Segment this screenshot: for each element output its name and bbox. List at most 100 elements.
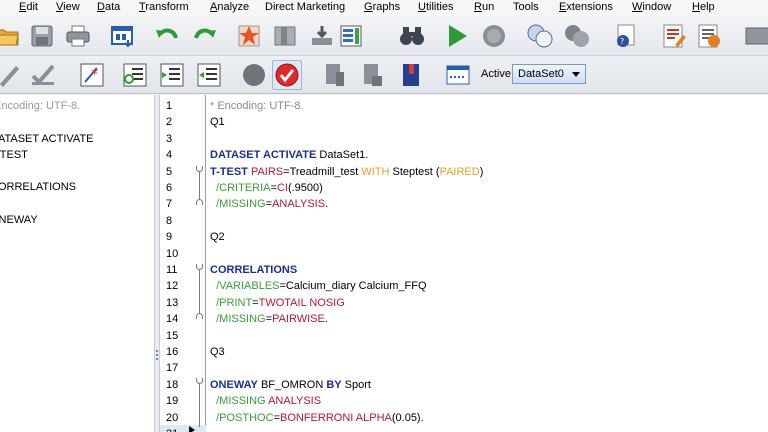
bookmark-button[interactable] bbox=[320, 60, 350, 90]
spell-check-icon: ? bbox=[617, 24, 635, 47]
code-token: Q3 bbox=[210, 346, 225, 358]
save-button[interactable] bbox=[27, 21, 57, 51]
run-selection-button[interactable] bbox=[442, 21, 472, 51]
goto-variable-button[interactable] bbox=[270, 21, 300, 51]
use-sets-icon bbox=[527, 24, 553, 48]
menu-mnemonic: H bbox=[692, 1, 700, 13]
line-number: 20 bbox=[166, 411, 179, 424]
menu-label-rest: xtensions bbox=[566, 1, 613, 13]
svg-text:?: ? bbox=[620, 37, 624, 46]
menu-edit[interactable]: Edit bbox=[19, 1, 38, 13]
goto-case-icon bbox=[238, 25, 260, 47]
code-token: BY bbox=[326, 378, 342, 391]
find-button[interactable] bbox=[397, 21, 427, 51]
code-line: CORRELATIONS bbox=[210, 264, 297, 276]
variable-list-button[interactable] bbox=[336, 21, 366, 51]
outdent-icon bbox=[160, 63, 184, 87]
nav-item-oneway[interactable]: ONEWAY bbox=[0, 214, 38, 226]
fold-marker-oneway[interactable] bbox=[196, 378, 203, 427]
split-pane-button[interactable] bbox=[742, 21, 768, 51]
open-button[interactable] bbox=[0, 21, 22, 51]
undo-icon bbox=[156, 28, 178, 39]
line-number: 11 bbox=[166, 264, 178, 276]
menu-analyze[interactable]: Analyze bbox=[210, 1, 249, 13]
use-sets-button[interactable] bbox=[525, 21, 555, 51]
line-number: 13 bbox=[166, 296, 179, 309]
variables-button[interactable] bbox=[307, 21, 337, 51]
comment-button[interactable] bbox=[0, 60, 24, 90]
next-bookmark-button[interactable] bbox=[358, 60, 388, 90]
code-token: CI bbox=[276, 182, 288, 194]
goto-variable-icon bbox=[274, 26, 296, 46]
bookmark-icon bbox=[326, 64, 344, 86]
indent-button[interactable] bbox=[120, 60, 150, 90]
dialog-recall-icon bbox=[111, 26, 133, 48]
code-line: /MISSING ANALYSIS bbox=[210, 395, 321, 407]
menu-mnemonic: R bbox=[474, 1, 482, 13]
menu-mnemonic: W bbox=[632, 1, 643, 13]
code-token: * Encoding: UTF-8. bbox=[210, 100, 304, 112]
menu-graphs[interactable]: Graphs bbox=[364, 1, 400, 13]
line-icon bbox=[446, 65, 470, 85]
menu-transform[interactable]: Transform bbox=[139, 1, 189, 13]
nav-item-dataset-activate[interactable]: DATASET ACTIVATE bbox=[0, 133, 94, 145]
code-token: DATASET ACTIVATE bbox=[210, 149, 317, 162]
menu-utilities[interactable]: Utilities bbox=[418, 1, 453, 13]
menu-view[interactable]: View bbox=[56, 1, 80, 13]
code-token: Sport bbox=[341, 378, 371, 391]
nav-item-correlations[interactable]: CORRELATIONS bbox=[0, 181, 76, 193]
unindent-button[interactable] bbox=[194, 60, 224, 90]
nav-item-encoding[interactable]: Encoding: UTF-8. bbox=[0, 100, 80, 112]
active-dataset-dropdown[interactable]: DataSet0 bbox=[512, 64, 586, 84]
code-line: /PRINT=TWOTAIL NOSIG bbox=[210, 297, 345, 309]
toggle-comment-button[interactable]: * bbox=[77, 60, 107, 90]
outdent-button[interactable] bbox=[157, 60, 187, 90]
menu-run[interactable]: Run bbox=[474, 1, 494, 13]
dialog-recall-button[interactable] bbox=[108, 21, 138, 51]
clear-bookmarks-button[interactable] bbox=[396, 60, 426, 90]
menu-label-rest: Tools bbox=[513, 1, 539, 13]
uncomment-button[interactable] bbox=[28, 60, 58, 90]
line-break-button[interactable] bbox=[443, 60, 473, 90]
menu-label-rest: elp bbox=[699, 1, 715, 13]
menu-extensions[interactable]: Extensions bbox=[559, 1, 613, 13]
breakpoint-icon bbox=[243, 64, 265, 86]
stop-button[interactable] bbox=[479, 21, 509, 51]
code-token: /MISSING bbox=[210, 395, 266, 408]
code-token: DataSet1. bbox=[316, 149, 369, 162]
print-button[interactable] bbox=[63, 21, 93, 51]
open-folder-icon bbox=[0, 29, 19, 46]
menu-direct-marketing[interactable]: Direct Marketing bbox=[265, 1, 345, 13]
indent-icon bbox=[123, 63, 147, 87]
fold-marker-t-test[interactable] bbox=[196, 166, 203, 205]
menu-tools[interactable]: Tools bbox=[513, 1, 539, 13]
fold-marker-correlations[interactable] bbox=[196, 264, 203, 319]
code-token: (0.05). bbox=[391, 411, 424, 424]
show-all-variables-button[interactable] bbox=[562, 21, 592, 51]
breakpoint-button[interactable] bbox=[239, 60, 269, 90]
menu-window[interactable]: Window bbox=[632, 1, 671, 13]
code-token: PAIRWISE bbox=[272, 313, 325, 326]
spell-check-button[interactable]: ? bbox=[612, 21, 642, 51]
toggle-comment-icon: * bbox=[80, 63, 104, 87]
menu-label-rest: ransform bbox=[145, 1, 189, 13]
code-token: ONEWAY bbox=[210, 378, 258, 391]
syntax-editor[interactable]: 123456789101112131415161718192021 * Enco… bbox=[160, 95, 768, 432]
run-play-icon bbox=[449, 25, 467, 47]
redo-button[interactable] bbox=[190, 21, 220, 51]
goto-case-button[interactable] bbox=[234, 21, 264, 51]
code-token: Steptest ( bbox=[389, 165, 440, 178]
designate-window-button[interactable] bbox=[659, 21, 689, 51]
line-number: 19 bbox=[166, 395, 179, 408]
undo-button[interactable] bbox=[152, 21, 182, 51]
code-line: Q2 bbox=[210, 231, 225, 243]
code-line: DATASET ACTIVATE DataSet1. bbox=[210, 149, 368, 161]
menu-label-rest: indow bbox=[642, 1, 672, 13]
create-edit-autoscript-button[interactable] bbox=[694, 21, 724, 51]
code-line: ONEWAY BF_OMRON BY Sport bbox=[210, 379, 371, 391]
menu-data[interactable]: Data bbox=[97, 1, 120, 13]
menu-help[interactable]: Help bbox=[692, 1, 715, 13]
validate-button[interactable] bbox=[272, 60, 302, 90]
nav-item-t-test[interactable]: T-TEST bbox=[0, 149, 28, 161]
syntax-editor-window: Edit View Data Transform Analyze Direct … bbox=[0, 0, 768, 432]
